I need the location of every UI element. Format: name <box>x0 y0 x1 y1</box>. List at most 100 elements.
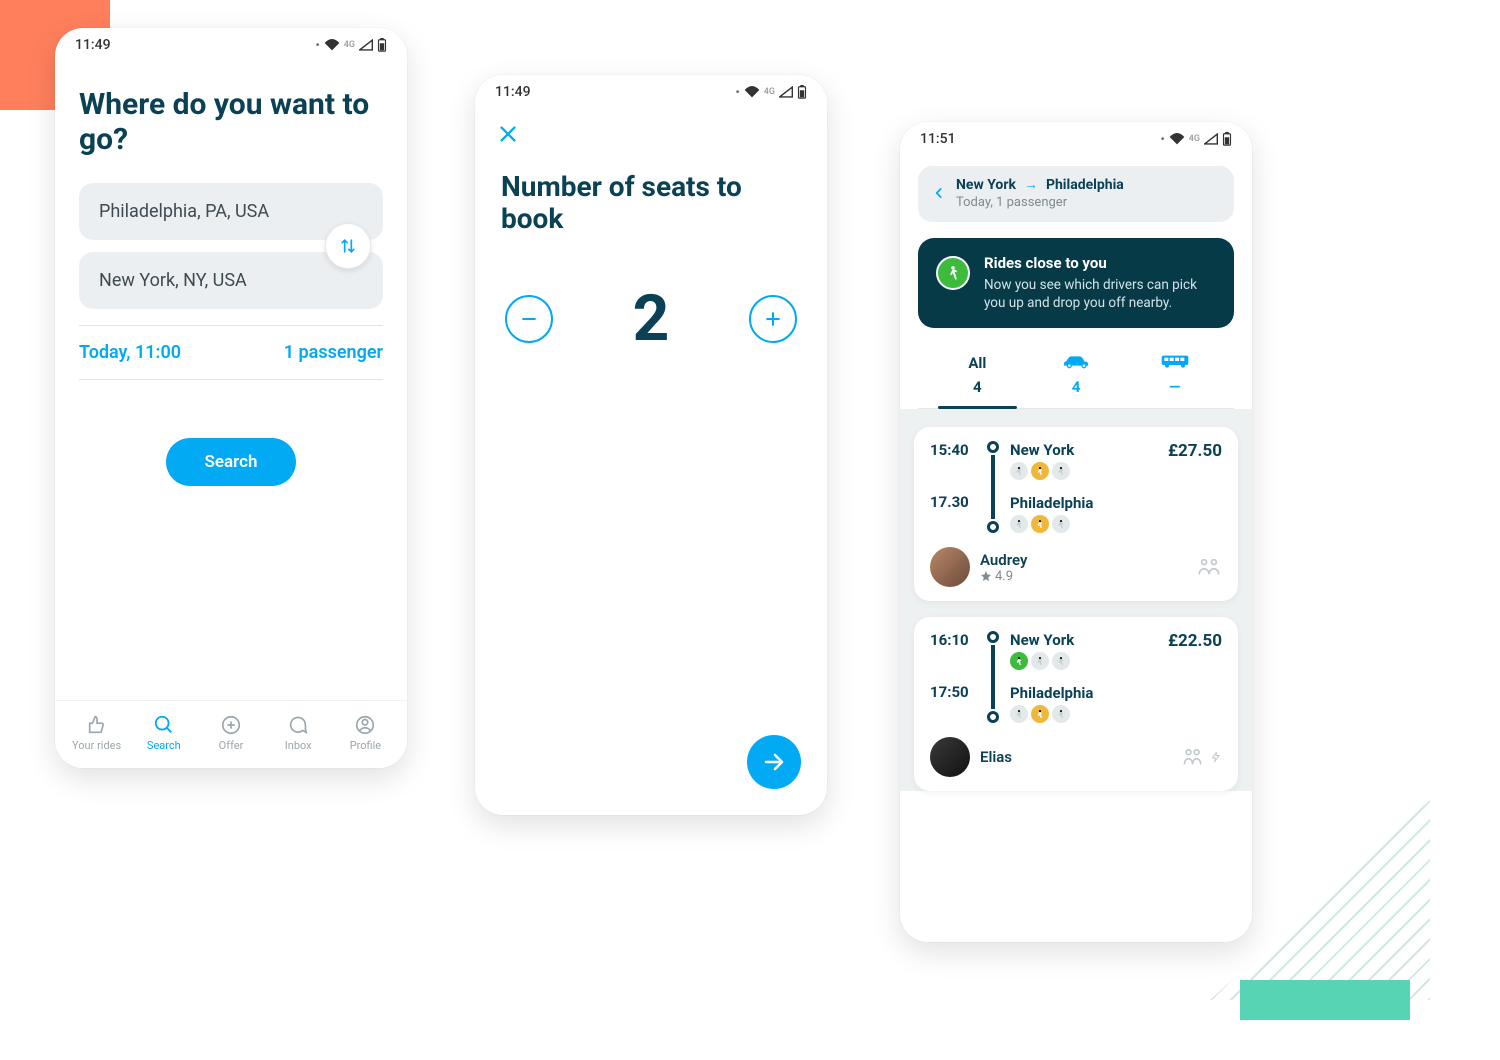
filter-tab-all[interactable]: All 4 <box>928 346 1027 408</box>
profile-icon <box>353 714 377 736</box>
filter-tab-bus[interactable]: — <box>1125 346 1224 408</box>
divider <box>79 379 383 380</box>
chat-icon <box>286 714 310 736</box>
depart-location: New York <box>1010 631 1162 649</box>
status-bar: 11:49 • 4G <box>475 75 827 109</box>
status-icons: • 4G <box>1161 132 1232 146</box>
plus-icon <box>763 309 783 329</box>
walk-distance-indicator <box>1010 515 1162 533</box>
tab-label: Your rides <box>72 739 121 752</box>
search-icon <box>152 714 176 736</box>
arrow-right-icon: → <box>1024 176 1038 193</box>
phone-seats-screen: 11:49 • 4G Number of seats to book 2 <box>475 75 827 815</box>
info-title: Rides close to you <box>984 254 1216 272</box>
plus-circle-icon <box>219 714 243 736</box>
seats-indicator-icon <box>1182 746 1222 768</box>
network-label: 4G <box>764 87 775 97</box>
passengers-button[interactable]: 1 passenger <box>284 342 383 363</box>
phone-results-screen: 11:51 • 4G New York → Philadelphia Today… <box>900 122 1252 942</box>
driver-name: Audrey <box>980 551 1027 569</box>
tab-label: Offer <box>219 739 244 752</box>
arrive-location: Philadelphia <box>1010 684 1162 702</box>
filter-tab-car[interactable]: 4 <box>1027 346 1126 408</box>
route-timeline <box>984 441 1002 533</box>
car-icon <box>1027 352 1126 374</box>
status-icons: • 4G <box>316 38 387 52</box>
status-time: 11:51 <box>920 131 956 147</box>
ride-card[interactable]: 16:10 17:50 New York <box>914 617 1238 791</box>
thumbs-up-icon <box>85 714 109 736</box>
filter-count: 4 <box>928 378 1027 396</box>
minus-icon <box>519 309 539 329</box>
driver-name: Elias <box>980 748 1012 766</box>
network-label: 4G <box>344 40 355 50</box>
ride-price: £27.50 <box>1168 441 1222 533</box>
driver-avatar <box>930 737 970 777</box>
chevron-left-icon <box>932 184 946 202</box>
tab-label: Search <box>147 739 181 752</box>
arrow-right-icon <box>762 750 786 774</box>
decrement-button[interactable] <box>505 295 553 343</box>
battery-icon <box>377 38 387 52</box>
tab-profile[interactable]: Profile <box>332 714 399 752</box>
signal-icon <box>1204 133 1218 145</box>
arrive-time: 17.30 <box>930 493 978 511</box>
tab-label: Inbox <box>285 739 312 752</box>
status-time: 11:49 <box>495 84 531 100</box>
info-body: Now you see which drivers can pick you u… <box>984 276 1216 312</box>
route-timeline <box>984 631 1002 723</box>
datetime-button[interactable]: Today, 11:00 <box>79 342 181 363</box>
wifi-icon <box>324 39 340 51</box>
tab-your-rides[interactable]: Your rides <box>63 714 130 752</box>
increment-button[interactable] <box>749 295 797 343</box>
filter-label: All <box>928 352 1027 374</box>
results-list: 15:40 17.30 New York <box>900 409 1252 791</box>
swap-icon <box>338 236 358 256</box>
battery-icon <box>1222 132 1232 146</box>
seats-indicator-icon <box>1196 556 1222 578</box>
signal-icon <box>359 39 373 51</box>
seat-count-value: 2 <box>633 287 670 351</box>
search-button[interactable]: Search <box>166 438 296 486</box>
network-label: 4G <box>1189 134 1200 144</box>
walk-distance-indicator <box>1010 652 1162 670</box>
wifi-icon <box>1169 133 1185 145</box>
tab-offer[interactable]: Offer <box>197 714 264 752</box>
driver-avatar <box>930 547 970 587</box>
walk-distance-indicator <box>1010 462 1162 480</box>
ride-card[interactable]: 15:40 17.30 New York <box>914 427 1238 601</box>
page-title: Where do you want to go? <box>79 88 383 157</box>
bus-icon <box>1125 352 1224 374</box>
star-icon <box>980 570 992 582</box>
summary-to: Philadelphia <box>1046 177 1124 193</box>
ride-price: £22.50 <box>1168 631 1222 723</box>
info-banner: Rides close to you Now you see which dri… <box>918 238 1234 328</box>
status-time: 11:49 <box>75 37 111 53</box>
tab-search[interactable]: Search <box>130 714 197 752</box>
filter-count: — <box>1125 378 1224 396</box>
swap-button[interactable] <box>325 223 371 269</box>
depart-location: New York <box>1010 441 1162 459</box>
filter-count: 4 <box>1027 378 1126 396</box>
depart-time: 16:10 <box>930 631 978 649</box>
battery-icon <box>797 85 807 99</box>
driver-rating: 4.9 <box>980 569 1027 584</box>
continue-button[interactable] <box>747 735 801 789</box>
close-icon <box>497 123 519 145</box>
arrive-time: 17:50 <box>930 683 978 701</box>
bolt-icon <box>1210 748 1222 766</box>
status-bar: 11:51 • 4G <box>900 122 1252 156</box>
depart-time: 15:40 <box>930 441 978 459</box>
walk-icon <box>936 256 970 290</box>
close-button[interactable] <box>475 109 827 149</box>
summary-sub: Today, 1 passenger <box>956 195 1220 210</box>
page-title: Number of seats to book <box>475 149 827 235</box>
tab-inbox[interactable]: Inbox <box>265 714 332 752</box>
status-icons: • 4G <box>736 85 807 99</box>
phone-search-screen: 11:49 • 4G Where do you want to go? Phil… <box>55 28 407 768</box>
decoration-teal-box <box>1240 980 1410 1020</box>
divider <box>79 325 383 326</box>
filter-tabs: All 4 4 — <box>918 346 1234 409</box>
search-summary-button[interactable]: New York → Philadelphia Today, 1 passeng… <box>918 166 1234 222</box>
seat-stepper: 2 <box>475 235 827 351</box>
